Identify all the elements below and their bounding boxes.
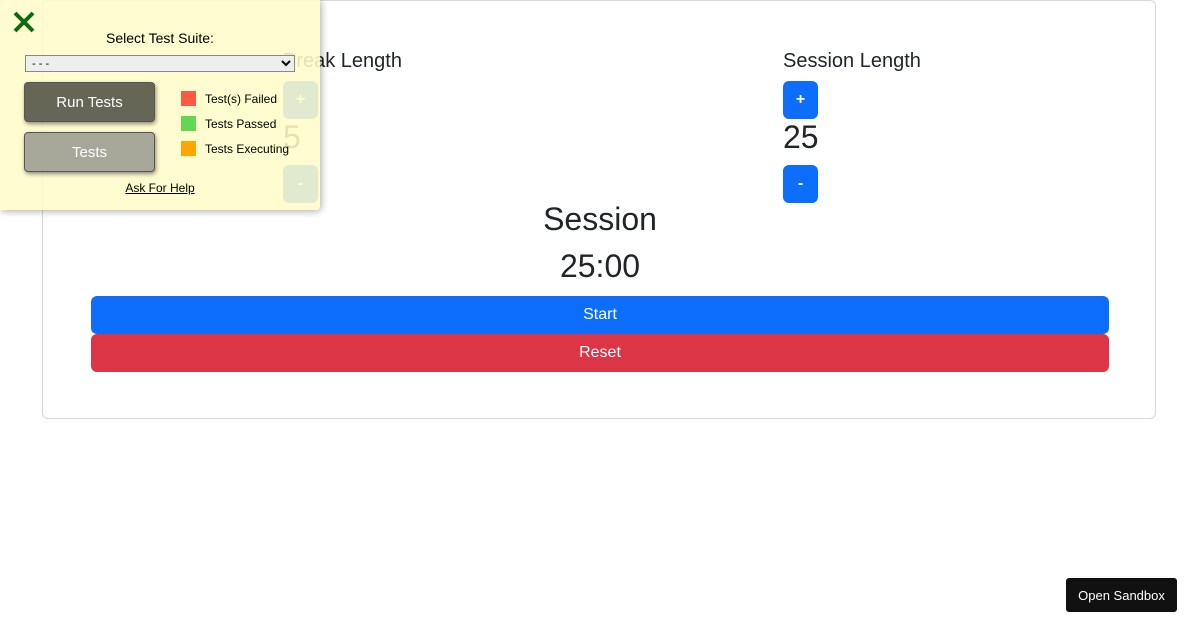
session-label: Session Length	[783, 50, 921, 72]
reset-button[interactable]: Reset	[91, 334, 1109, 372]
executing-swatch	[181, 141, 196, 156]
ask-for-help-link[interactable]: Ask For Help	[0, 181, 320, 195]
session-increment-button[interactable]: +	[783, 81, 818, 119]
test-suite-select[interactable]: - - -	[25, 55, 295, 72]
time-left-display: 25:00	[559, 248, 641, 284]
start-button[interactable]: Start	[91, 296, 1109, 334]
legend-label-executing: Tests Executing	[205, 141, 290, 156]
open-sandbox-button[interactable]: Open Sandbox	[1066, 578, 1177, 612]
select-test-suite-label: Select Test Suite:	[106, 30, 214, 46]
legend-item-failed: Test(s) Failed	[181, 91, 277, 106]
session-decrement-button[interactable]: -	[783, 165, 818, 203]
test-suite-panel: Select Test Suite: - - - Run Tests Tests…	[0, 0, 320, 210]
legend-item-executing: Tests Executing	[181, 141, 289, 156]
legend-label-failed: Test(s) Failed	[205, 91, 278, 106]
legend-label-passed: Tests Passed	[205, 116, 277, 131]
run-tests-button[interactable]: Run Tests	[24, 82, 155, 122]
legend-item-passed: Tests Passed	[181, 116, 276, 131]
session-length-value: 25	[783, 119, 819, 155]
passed-swatch	[181, 116, 196, 131]
failed-swatch	[181, 91, 196, 106]
tests-button[interactable]: Tests	[24, 132, 155, 172]
